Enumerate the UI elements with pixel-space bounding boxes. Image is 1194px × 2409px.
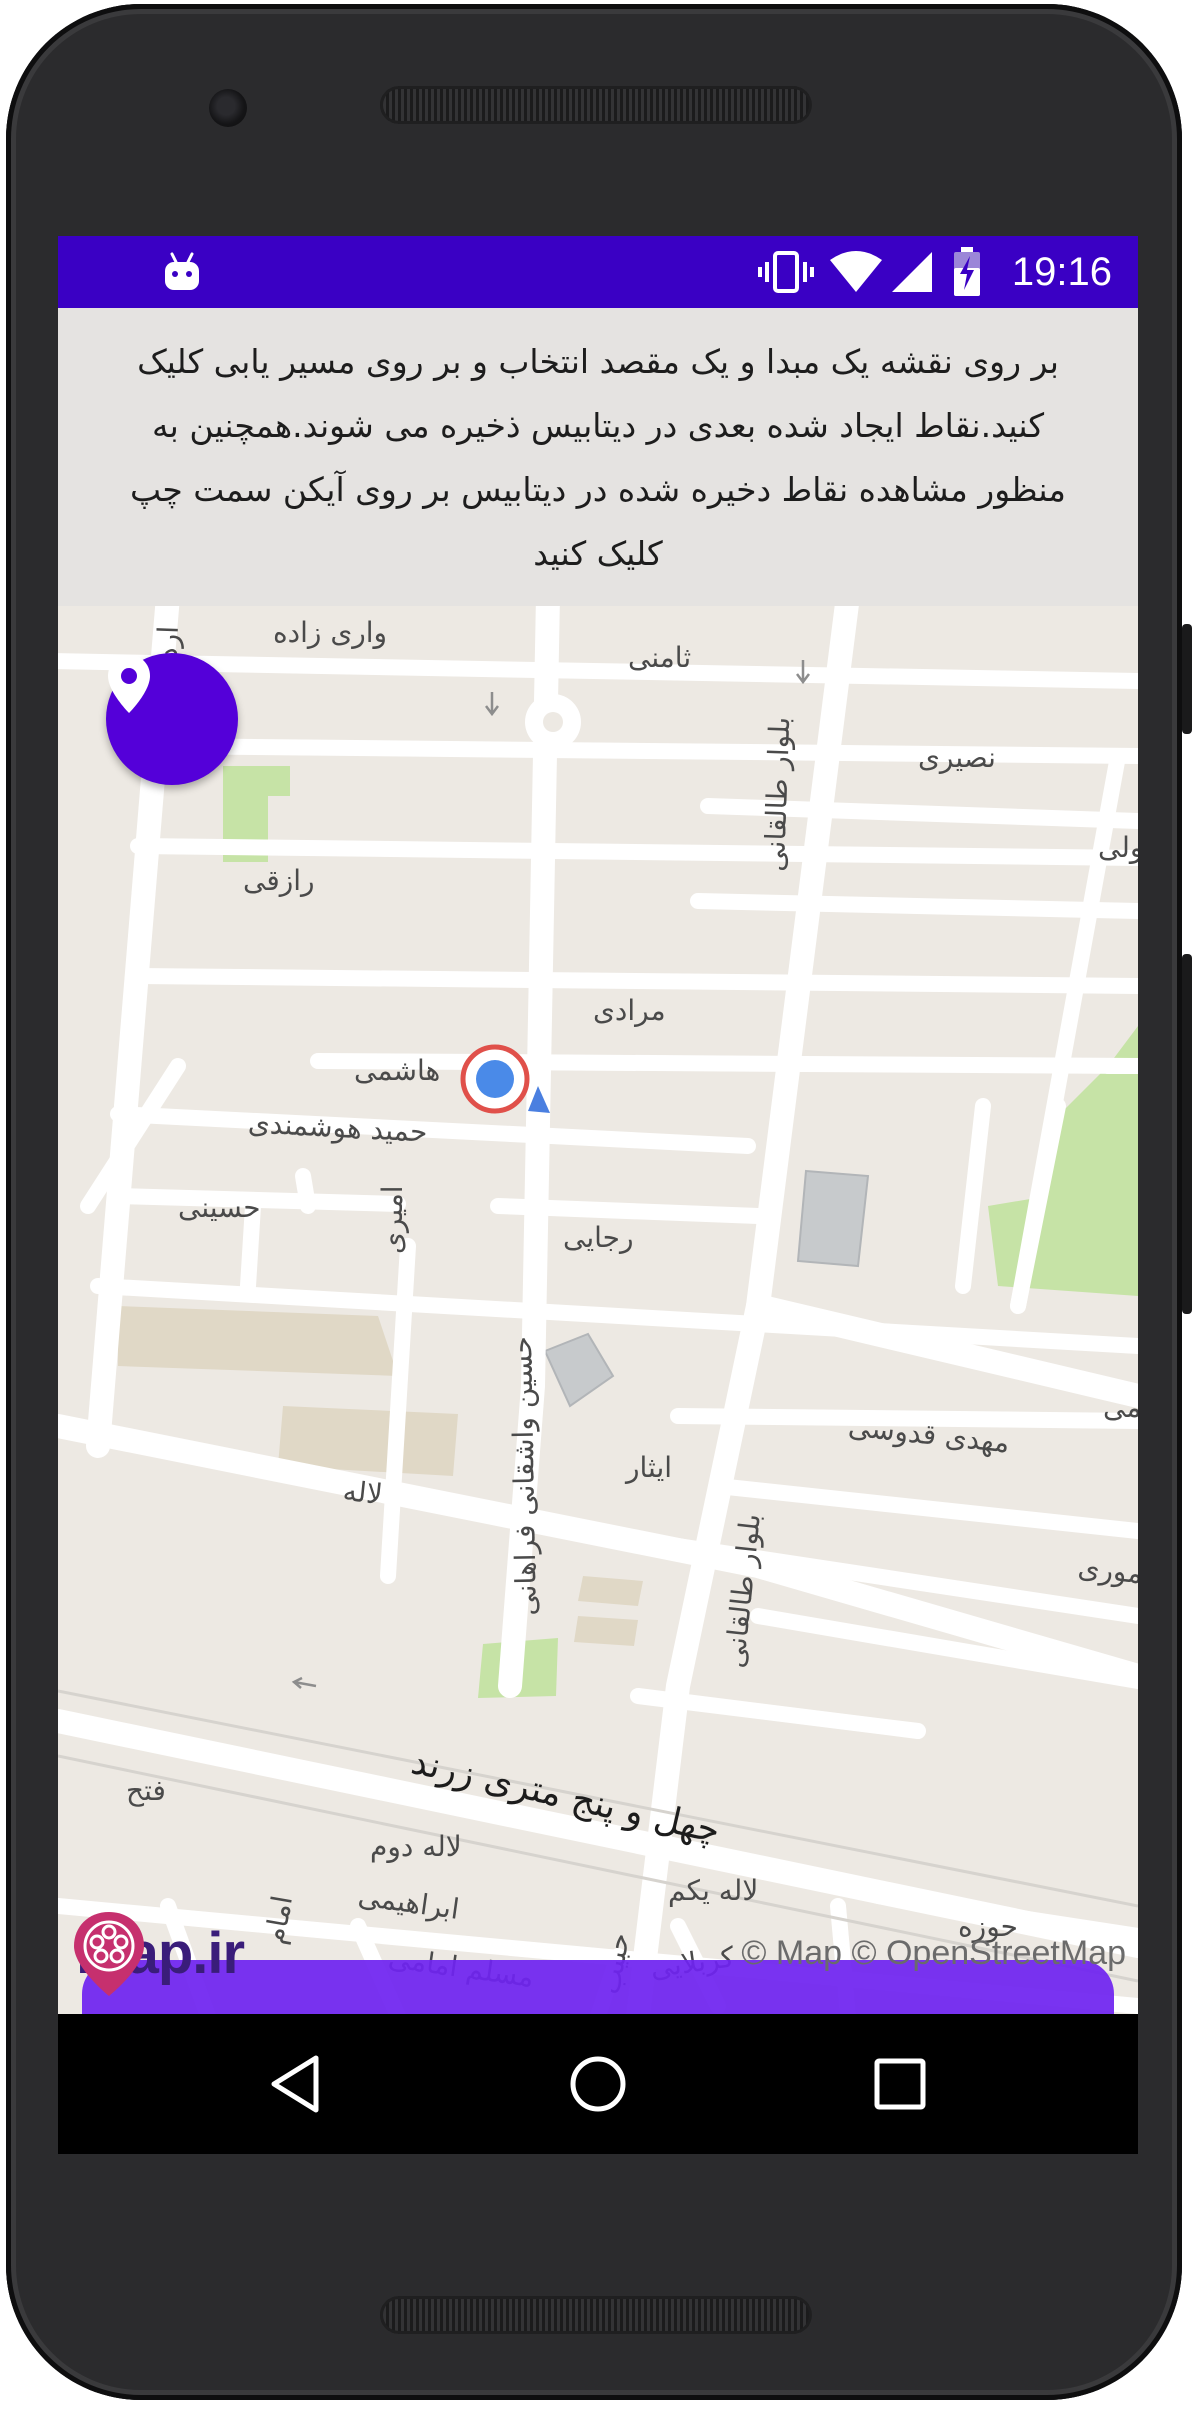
street-label: نصیری <box>918 741 996 774</box>
home-icon[interactable] <box>566 2052 630 2116</box>
street-label: مورى <box>1076 1550 1138 1591</box>
landuse <box>118 1306 398 1376</box>
street-label: هاشمی <box>354 1054 441 1087</box>
street-label: ایثار <box>626 1451 673 1484</box>
signal-icon <box>892 252 932 292</box>
back-icon[interactable] <box>264 2052 328 2116</box>
phone-frame: 19:16 بر روی نقشه یک مبدا و یک مقصد انتخ… <box>6 4 1192 2400</box>
street-label: امیری <box>376 1185 409 1254</box>
status-bar: 19:16 <box>58 236 1138 308</box>
street-label: بلوار طالقانی <box>758 716 797 873</box>
front-camera <box>209 89 247 127</box>
android-icon <box>165 252 199 290</box>
street-label: حسین واشقانی فراهانی <box>505 1335 543 1616</box>
street-label: مرادی <box>593 994 666 1027</box>
street-label: فتح <box>126 1774 166 1807</box>
location-pin-icon <box>108 655 150 713</box>
building <box>796 1169 870 1268</box>
landuse <box>578 1576 643 1606</box>
landuse <box>574 1616 638 1646</box>
top-speaker <box>380 86 812 124</box>
building <box>543 1332 615 1408</box>
street-label: ولی <box>1098 831 1138 864</box>
street-label: ثامنی <box>628 641 692 674</box>
power-button <box>1182 954 1192 1314</box>
instruction-text: بر روی نقشه یک مبدا و یک مقصد انتخاب و ب… <box>130 342 1066 573</box>
street-label: رجایی <box>563 1221 634 1254</box>
instruction-panel: بر روی نقشه یک مبدا و یک مقصد انتخاب و ب… <box>58 308 1138 606</box>
roundabout-center <box>543 712 563 732</box>
street-label: حسینی <box>178 1191 261 1224</box>
map-attribution[interactable]: © Map © OpenStreetMap <box>741 1934 1126 1973</box>
map-ir-logo[interactable]: map.ir <box>70 1908 245 1998</box>
recents-icon[interactable] <box>868 2052 932 2116</box>
saved-points-button[interactable] <box>106 653 238 785</box>
street-label: لاله <box>341 1474 385 1511</box>
volume-button <box>1182 624 1192 734</box>
street-label: لاله دوم <box>370 1830 462 1863</box>
oneway-arrow <box>291 1676 317 1689</box>
bottom-speaker <box>380 2296 812 2334</box>
vibrate-icon <box>758 251 814 293</box>
map-view[interactable]: واری زاده ثامنی نصیری بلوار طالقانی رازق… <box>58 606 1138 2014</box>
street-label: لاله یکم <box>668 1874 759 1907</box>
street-label: واری زاده <box>273 616 388 649</box>
screen: 19:16 بر روی نقشه یک مبدا و یک مقصد انتخ… <box>58 236 1138 2154</box>
map-ir-logo-icon <box>74 1912 144 1996</box>
wifi-icon <box>830 251 882 292</box>
oneway-arrow <box>485 692 499 717</box>
battery-charging-icon <box>954 247 980 296</box>
street-label: رازقی <box>243 864 315 897</box>
status-time: 19:16 <box>1011 250 1112 294</box>
navigation-bar <box>58 2014 1138 2154</box>
street-label: می <box>1103 1391 1138 1424</box>
